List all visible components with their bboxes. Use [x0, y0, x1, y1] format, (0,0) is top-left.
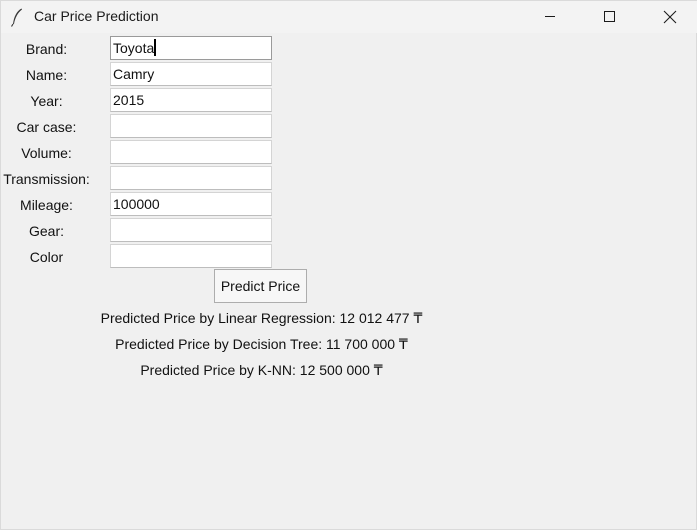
- color-field[interactable]: [110, 244, 272, 268]
- mileage-field-value: 100000: [113, 196, 160, 212]
- close-button[interactable]: [647, 1, 693, 33]
- linear-regression-result: Predicted Price by Linear Regression: 12…: [100, 310, 423, 326]
- mileage-field[interactable]: 100000: [110, 192, 272, 216]
- mileage-label: Mileage:: [20, 197, 73, 213]
- window-title: Car Price Prediction: [34, 8, 159, 24]
- text-cursor: [154, 39, 157, 56]
- gear-label: Gear:: [28, 223, 64, 239]
- title-bar[interactable]: Car Price Prediction: [1, 1, 697, 33]
- gear-field[interactable]: [110, 218, 272, 242]
- car-case-field[interactable]: [110, 114, 272, 138]
- brand-label: Brand:: [25, 41, 68, 57]
- color-label: Color: [29, 249, 64, 265]
- year-field-value: 2015: [113, 92, 145, 108]
- minimize-button[interactable]: [527, 1, 573, 33]
- decision-tree-result: Predicted Price by Decision Tree: 11 700…: [115, 336, 408, 352]
- maximize-icon: [604, 11, 615, 22]
- close-icon: [663, 10, 677, 24]
- year-label: Year:: [30, 93, 63, 109]
- app-window: Car Price Prediction Brand: Name: Year: …: [0, 0, 697, 530]
- name-field[interactable]: Camry: [110, 62, 272, 86]
- brand-field-value: Toyota: [113, 40, 155, 56]
- volume-field[interactable]: [110, 140, 272, 164]
- car-case-label: Car case:: [16, 119, 77, 135]
- brand-field[interactable]: Toyota: [110, 36, 272, 60]
- feather-icon: [10, 8, 22, 27]
- maximize-button[interactable]: [587, 1, 633, 33]
- transmission-field[interactable]: [110, 166, 272, 190]
- knn-result: Predicted Price by K-NN: 12 500 000 ₸: [140, 362, 383, 378]
- transmission-label: Transmission:: [3, 171, 90, 187]
- name-field-value: Camry: [113, 66, 155, 82]
- volume-label: Volume:: [21, 145, 72, 161]
- minimize-icon: [545, 16, 555, 17]
- name-label: Name:: [25, 67, 68, 83]
- predict-price-button[interactable]: Predict Price: [214, 269, 307, 303]
- year-field[interactable]: 2015: [110, 88, 272, 112]
